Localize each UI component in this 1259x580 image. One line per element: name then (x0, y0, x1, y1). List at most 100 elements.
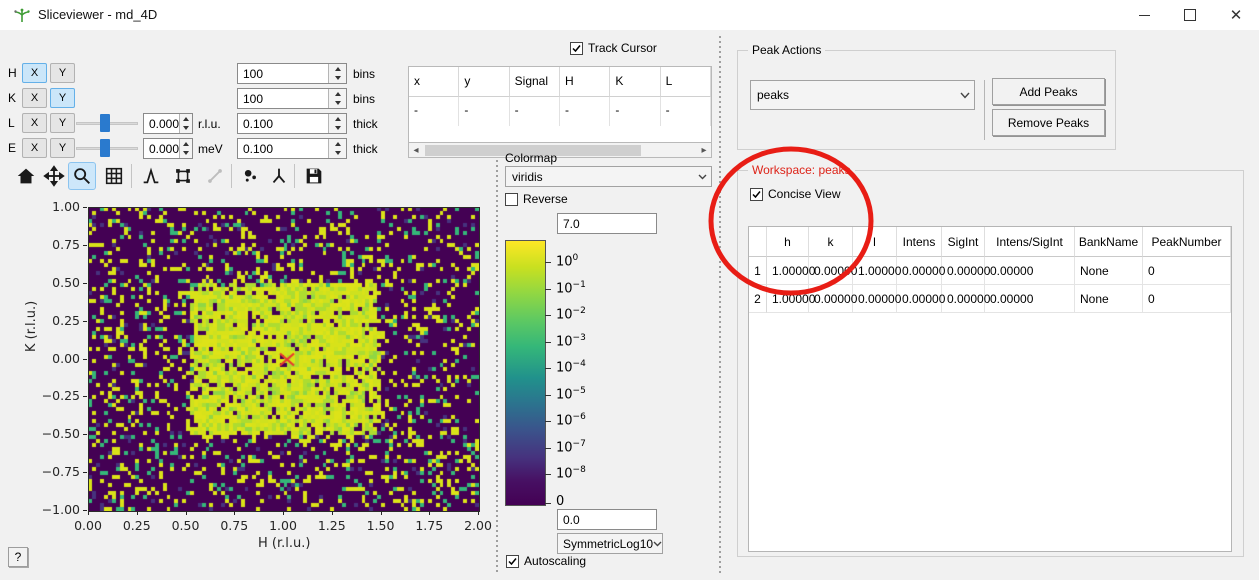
peaks-col-header-peaknumber[interactable]: PeakNumber (1143, 227, 1231, 257)
zoom-icon[interactable] (68, 162, 96, 190)
minimize-button[interactable] (1121, 0, 1167, 30)
spin-down-icon[interactable] (329, 124, 346, 134)
bins-spinbox-k[interactable]: 100 (237, 88, 347, 109)
y-axis-button-e[interactable]: Y (50, 138, 75, 158)
x-axis-button-e[interactable]: X (22, 138, 47, 158)
peaks-cell[interactable]: 0.00000 (809, 285, 853, 313)
peaks-cell[interactable]: 0.00000 (897, 257, 942, 285)
peaks-col-header-h[interactable]: h (767, 227, 809, 257)
x-axis-button-h[interactable]: X (22, 63, 47, 83)
peaks-workspace-select[interactable]: peaks (750, 80, 975, 110)
line-plots-icon[interactable] (137, 162, 165, 190)
concise-view-checkbox[interactable]: Concise View (750, 187, 840, 201)
slider-handle[interactable] (100, 139, 110, 157)
scroll-right-icon[interactable]: ▸ (697, 144, 711, 157)
peaks-overlay-icon[interactable] (236, 162, 264, 190)
track-cursor-checkbox[interactable]: Track Cursor (570, 41, 657, 55)
peaks-row-number[interactable]: 1 (749, 257, 767, 285)
spinbox-value[interactable]: 0.000 (144, 139, 179, 158)
spin-down-icon[interactable] (329, 149, 346, 159)
peaks-cell[interactable]: 0 (1143, 285, 1231, 313)
dimension-row-l: LXY0.000r.l.u.0.100thick (0, 113, 400, 135)
spin-down-icon[interactable] (180, 124, 192, 134)
peaks-cell[interactable]: None (1075, 285, 1143, 313)
pan-icon[interactable] (40, 162, 68, 190)
peaks-col-header-l[interactable]: l (853, 227, 897, 257)
y-axis-button-k[interactable]: Y (50, 88, 75, 108)
thickness-spinbox-e[interactable]: 0.100 (237, 138, 347, 159)
reverse-checkbox[interactable]: Reverse (505, 192, 568, 206)
y-tick-label: −0.75 (36, 464, 80, 479)
maximize-button[interactable] (1167, 0, 1213, 30)
peaks-cell[interactable]: 0.00000 (985, 285, 1075, 313)
peaks-cell[interactable]: 1.00000 (853, 257, 897, 285)
cursor-table-scrollbar[interactable]: ◂ ▸ (408, 143, 712, 158)
peaks-cell[interactable]: 0.00000 (809, 257, 853, 285)
peaks-cell[interactable]: 0.00000 (942, 257, 985, 285)
spin-up-icon[interactable] (329, 64, 346, 74)
y-axis-button-l[interactable]: Y (50, 113, 75, 133)
spin-down-icon[interactable] (329, 74, 346, 84)
main-splitter[interactable] (718, 36, 721, 576)
spin-up-icon[interactable] (180, 114, 192, 124)
save-icon[interactable] (300, 162, 328, 190)
peaks-cell[interactable]: 0.00000 (985, 257, 1075, 285)
spinbox-value[interactable]: 0.100 (238, 114, 328, 133)
spin-up-icon[interactable] (329, 89, 346, 99)
peaks-col-header-k[interactable]: k (809, 227, 853, 257)
slice-value-spinbox-e[interactable]: 0.000 (143, 138, 193, 159)
nonorthogonal-axes-icon[interactable] (265, 162, 293, 190)
spinbox-value[interactable]: 0.100 (238, 139, 328, 158)
spinbox-value[interactable]: 0.000 (144, 114, 179, 133)
bins-spinbox-h[interactable]: 100 (237, 63, 347, 84)
region-of-interest-icon[interactable] (169, 162, 197, 190)
spin-down-icon[interactable] (180, 149, 192, 159)
x-tick-label: 2.00 (464, 518, 492, 533)
y-axis-button-h[interactable]: Y (50, 63, 75, 83)
spin-up-icon[interactable] (329, 139, 346, 149)
slice-value-spinbox-l[interactable]: 0.000 (143, 113, 193, 134)
spinbox-value[interactable]: 100 (238, 64, 328, 83)
x-axis-button-k[interactable]: X (22, 88, 47, 108)
spin-up-icon[interactable] (180, 139, 192, 149)
spin-down-icon[interactable] (329, 99, 346, 109)
peaks-col-header-intens-sigint[interactable]: Intens/SigInt (985, 227, 1075, 257)
peaks-col-header-sigint[interactable]: SigInt (942, 227, 985, 257)
colorbar-splitter[interactable] (495, 160, 498, 572)
checkbox-checked-icon (750, 188, 763, 201)
help-button[interactable]: ? (8, 547, 28, 567)
y-tick-label: −0.25 (36, 388, 80, 403)
peaks-cell[interactable]: 0.00000 (897, 285, 942, 313)
autoscaling-checkbox[interactable]: Autoscaling (506, 554, 586, 568)
colorbar-max-input[interactable]: 7.0 (557, 213, 657, 234)
spin-up-icon[interactable] (329, 114, 346, 124)
x-tick-label: 0.00 (74, 518, 102, 533)
peaks-cell[interactable]: 0.00000 (853, 285, 897, 313)
peaks-col-header-intens[interactable]: Intens (897, 227, 942, 257)
peaks-col-header-bankname[interactable]: BankName (1075, 227, 1143, 257)
bins-label-h: bins (353, 63, 375, 81)
add-peaks-button[interactable]: Add Peaks (992, 78, 1105, 105)
peaks-cell[interactable]: 1.00000 (767, 285, 809, 313)
remove-peaks-button[interactable]: Remove Peaks (992, 109, 1105, 136)
slider-handle[interactable] (100, 114, 110, 132)
peaks-cell[interactable]: 0 (1143, 257, 1231, 285)
cursor-cell: - (459, 97, 509, 126)
grid-icon[interactable] (100, 162, 128, 190)
close-button[interactable]: ✕ (1213, 0, 1259, 30)
home-icon[interactable] (12, 162, 40, 190)
peaks-cell[interactable]: None (1075, 257, 1143, 285)
scroll-left-icon[interactable]: ◂ (409, 144, 423, 157)
spinbox-value[interactable]: 100 (238, 89, 328, 108)
colorbar-min-input[interactable]: 0.0 (557, 509, 657, 530)
x-axis-button-l[interactable]: X (22, 113, 47, 133)
heatmap-plot[interactable] (88, 207, 480, 512)
scale-select[interactable]: SymmetricLog10 (557, 533, 663, 554)
peaks-row-number[interactable]: 2 (749, 285, 767, 313)
colormap-select[interactable]: viridis (505, 166, 712, 187)
peaks-cell[interactable]: 0.00000 (942, 285, 985, 313)
peaks-cell[interactable]: 1.00000 (767, 257, 809, 285)
slice-slider-e[interactable] (76, 138, 138, 158)
slice-slider-l[interactable] (76, 113, 138, 133)
thickness-spinbox-l[interactable]: 0.100 (237, 113, 347, 134)
